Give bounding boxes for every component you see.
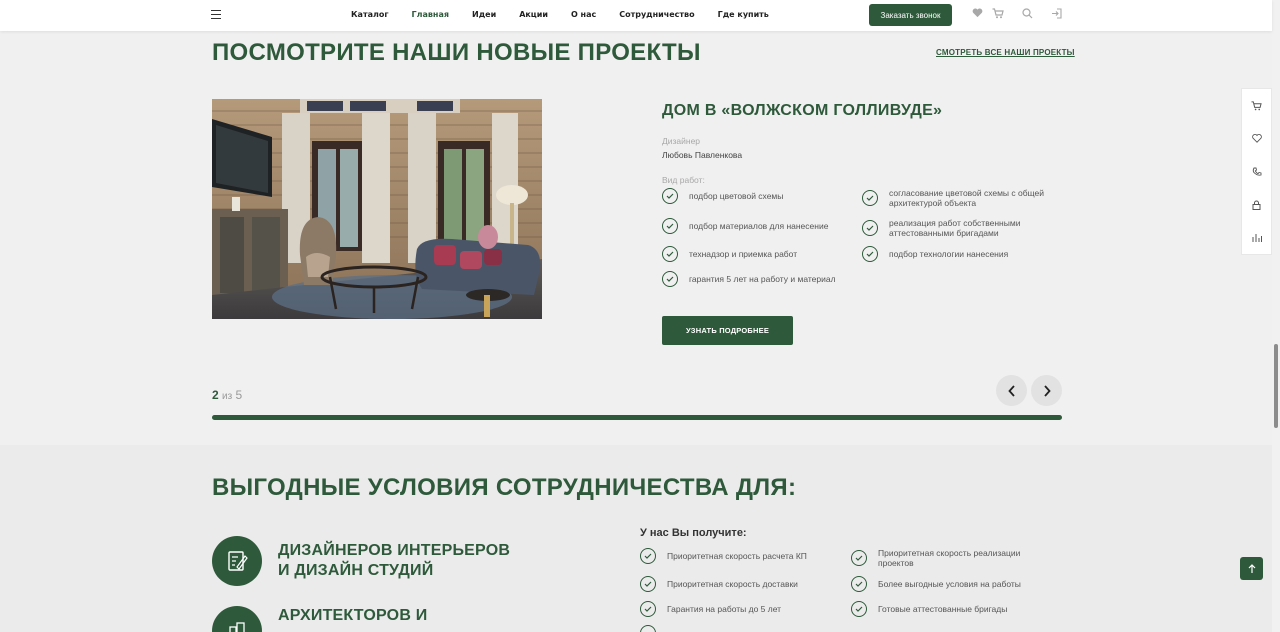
benefit-text: Приоритетная скорость реализации проекто…	[878, 548, 1021, 568]
projects-section-title: ПОСМОТРИТЕ НАШИ НОВЫЕ ПРОЕКТЫ	[212, 39, 701, 66]
compare-icon[interactable]	[1242, 221, 1271, 254]
benefit-item: Приоритетная скорость реализации проекто…	[851, 548, 1048, 568]
project-interior-image	[212, 99, 542, 319]
slide-separator: из	[222, 391, 233, 402]
audience-label: ДИЗАЙНЕРОВ ИНТЕРЬЕРОВ И ДИЗАЙН СТУДИЙ	[278, 542, 511, 579]
nav-home[interactable]: Главная	[412, 10, 449, 19]
work-item: гарантия 5 лет на работу и материал	[662, 271, 864, 287]
next-slide-button[interactable]	[1031, 375, 1062, 406]
benefit-item: Приоритетная скорость расчета КП	[640, 548, 837, 564]
check-circle-icon	[851, 550, 867, 566]
slider-progress	[212, 415, 1062, 420]
check-circle-icon	[640, 625, 656, 632]
check-circle-icon	[662, 246, 678, 262]
chevron-right-icon	[1043, 384, 1051, 397]
check-circle-icon	[640, 548, 656, 564]
work-item: реализация работ собственными аттестован…	[862, 218, 1064, 238]
work-item-text: реализация работ собственными аттестован…	[889, 218, 1021, 238]
check-circle-icon	[662, 271, 678, 287]
project-photo[interactable]	[212, 99, 542, 319]
check-circle-icon	[862, 190, 878, 206]
work-item-text: гарантия 5 лет на работу и материал	[689, 274, 836, 284]
designer-tools-icon	[212, 536, 262, 586]
chevron-left-icon	[1007, 384, 1015, 397]
nav-cooperation[interactable]: Сотрудничество	[619, 10, 694, 19]
work-item: технадзор и приемка работ	[662, 246, 864, 262]
check-circle-icon	[640, 576, 656, 592]
benefit-text: Готовые аттестованные бригады	[878, 604, 1008, 614]
work-item: подбор технологии нанесения	[862, 246, 1064, 262]
check-circle-icon	[851, 601, 867, 617]
benefit-item-partial	[640, 625, 656, 632]
benefit-item: Гарантия на работы до 5 лет	[640, 601, 837, 617]
arrow-up-icon	[1248, 563, 1255, 573]
check-circle-icon	[640, 601, 656, 617]
audience-architects: АРХИТЕКТОРОВ И	[212, 606, 518, 632]
work-item-text: технадзор и приемка работ	[689, 249, 798, 259]
check-circle-icon	[862, 246, 878, 262]
heart-icon[interactable]	[1242, 122, 1271, 155]
work-item-text: согласование цветовой схемы с общей архи…	[889, 188, 1044, 208]
work-item-text: подбор цветовой схемы	[689, 191, 784, 201]
work-item: подбор материалов для нанесение	[662, 218, 864, 234]
menu-icon[interactable]	[211, 10, 221, 19]
check-circle-icon	[662, 188, 678, 204]
prev-slide-button[interactable]	[996, 375, 1027, 406]
cart-icon[interactable]	[991, 8, 1005, 22]
slide-current: 2	[212, 388, 219, 402]
main-nav: Каталог Главная Идеи Акции О нас Сотрудн…	[351, 10, 769, 19]
order-call-button[interactable]: Заказать звонок	[869, 4, 952, 26]
buildings-icon	[212, 606, 262, 632]
designer-label: Дизайнер	[662, 136, 701, 146]
learn-more-button[interactable]: УЗНАТЬ ПОДРОБНЕЕ	[662, 316, 793, 345]
slider-progress-fill	[212, 415, 1062, 420]
benefit-item: Более выгодные условия на работы	[851, 576, 1048, 592]
cart-icon[interactable]	[1242, 89, 1271, 122]
login-icon[interactable]	[1049, 8, 1063, 22]
slide-counter: 2 из 5	[212, 388, 242, 402]
benefit-text: Гарантия на работы до 5 лет	[667, 604, 782, 614]
partnership-title: ВЫГОДНЫЕ УСЛОВИЯ СОТРУДНИЧЕСТВА ДЛЯ:	[212, 474, 797, 501]
check-circle-icon	[662, 218, 678, 234]
audience-designers: ДИЗАЙНЕРОВ ИНТЕРЬЕРОВ И ДИЗАЙН СТУДИЙ	[212, 536, 518, 586]
check-circle-icon	[851, 576, 867, 592]
see-all-projects-link[interactable]: СМОТРЕТЬ ВСЕ НАШИ ПРОЕКТЫ	[936, 48, 1075, 57]
benefit-text: Приоритетная скорость доставки	[667, 579, 798, 589]
nav-about[interactable]: О нас	[571, 10, 596, 19]
heart-icon[interactable]	[970, 8, 984, 22]
work-item-text: подбор технологии нанесения	[889, 249, 1009, 259]
slide-total: 5	[235, 388, 243, 402]
benefit-text: Приоритетная скорость расчета КП	[667, 551, 807, 561]
benefits-title: У нас Вы получите:	[640, 527, 747, 539]
nav-promotions[interactable]: Акции	[519, 10, 548, 19]
scrollbar-thumb[interactable]	[1274, 344, 1278, 428]
nav-ideas[interactable]: Идеи	[472, 10, 496, 19]
benefit-text: Более выгодные условия на работы	[878, 579, 1021, 589]
top-header: Каталог Главная Идеи Акции О нас Сотрудн…	[0, 0, 1272, 31]
benefit-item: Готовые аттестованные бригады	[851, 601, 1048, 617]
check-circle-icon	[862, 220, 878, 236]
phone-icon[interactable]	[1242, 155, 1271, 188]
lock-icon[interactable]	[1242, 188, 1271, 221]
scroll-to-top-button[interactable]	[1240, 557, 1263, 580]
work-item: подбор цветовой схемы	[662, 188, 864, 204]
work-item: согласование цветовой схемы с общей архи…	[862, 188, 1064, 208]
audience-label: АРХИТЕКТОРОВ И	[278, 607, 428, 624]
works-label: Вид работ:	[662, 175, 705, 185]
work-item-text: подбор материалов для нанесение	[689, 221, 829, 231]
floating-sidebar	[1241, 88, 1272, 255]
benefit-item: Приоритетная скорость доставки	[640, 576, 837, 592]
designer-name: Любовь Павленкова	[662, 150, 743, 160]
scrollbar-track[interactable]	[1272, 0, 1280, 632]
nav-where-to-buy[interactable]: Где купить	[718, 10, 769, 19]
search-icon[interactable]	[1020, 8, 1034, 22]
nav-catalog[interactable]: Каталог	[351, 10, 389, 19]
project-title: ДОМ В «ВОЛЖСКОМ ГОЛЛИВУДЕ»	[662, 102, 943, 119]
